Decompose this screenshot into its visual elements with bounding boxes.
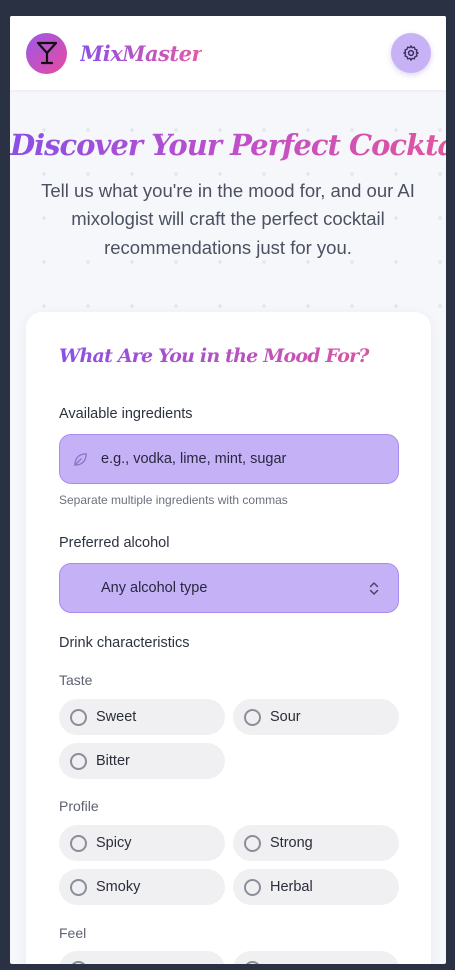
ingredients-input[interactable]: e.g., vodka, lime, mint, sugar (59, 434, 399, 484)
option-label: Bitter (96, 753, 130, 769)
option-label: Spicy (96, 835, 132, 851)
characteristics-label: Drink characteristics (59, 635, 190, 651)
radio-icon (70, 878, 87, 896)
logo[interactable] (26, 32, 67, 74)
option-label: Strong (270, 835, 313, 851)
preferences-form-card: What Are You in the Mood For? Available … (26, 312, 431, 964)
feel-group-label: Feel (59, 925, 87, 941)
option-label: Sweet (96, 709, 137, 725)
profile-group-label: Profile (59, 798, 99, 814)
radio-icon (244, 708, 261, 726)
option-label: Herbal (270, 879, 313, 895)
radio-icon (244, 834, 261, 852)
option-sweet[interactable]: Sweet (59, 699, 225, 735)
radio-icon (70, 960, 87, 964)
hero-title: Discover Your Perfect Cocktail (10, 128, 446, 162)
option-label: Sour (270, 709, 301, 725)
radio-icon (70, 708, 87, 726)
ingredients-hint: Separate multiple ingredients with comma… (59, 493, 288, 507)
radio-icon (244, 878, 261, 896)
hero-section: Discover Your Perfect Cocktail Tell us w… (10, 90, 446, 315)
settings-button[interactable] (391, 33, 431, 73)
alcohol-label: Preferred alcohol (59, 535, 170, 551)
ingredients-placeholder: e.g., vodka, lime, mint, sugar (101, 451, 287, 467)
option-feel-1[interactable] (59, 951, 225, 964)
option-feel-2[interactable] (233, 951, 399, 964)
option-sour[interactable]: Sour (233, 699, 399, 735)
cocktail-glass-icon (36, 41, 57, 65)
option-bitter[interactable]: Bitter (59, 743, 225, 779)
app-header: MixMaster (10, 16, 446, 90)
chevron-updown-icon (369, 582, 379, 595)
form-heading: What Are You in the Mood For? (59, 345, 398, 367)
gear-icon (403, 45, 419, 61)
radio-icon (70, 752, 87, 770)
alcohol-select[interactable]: Any alcohol type (59, 563, 399, 613)
option-strong[interactable]: Strong (233, 825, 399, 861)
radio-icon (244, 960, 261, 964)
leaf-icon (74, 453, 87, 466)
app-frame: MixMaster Discover Your Perfect Cocktail… (10, 16, 446, 964)
hero-description: Tell us what you're in the mood for, and… (41, 179, 415, 258)
option-herbal[interactable]: Herbal (233, 869, 399, 905)
ingredients-label: Available ingredients (59, 406, 193, 422)
app-name[interactable]: MixMaster (80, 41, 203, 66)
alcohol-selected-value: Any alcohol type (101, 580, 208, 596)
option-spicy[interactable]: Spicy (59, 825, 225, 861)
option-label: Smoky (96, 879, 141, 895)
taste-group-label: Taste (59, 672, 93, 688)
radio-icon (70, 834, 87, 852)
option-smoky[interactable]: Smoky (59, 869, 225, 905)
